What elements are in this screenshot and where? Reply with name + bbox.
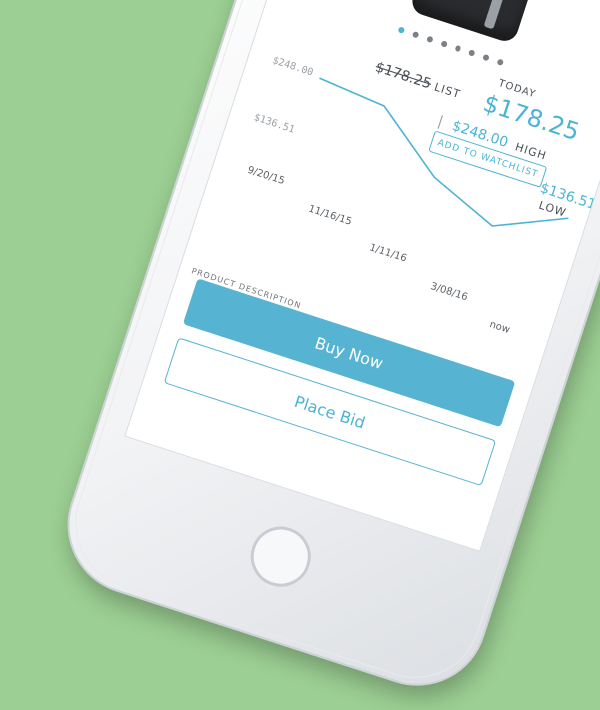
phone-device: TODAY $178.25 LIST $178.25 | $248.00 HIG… [49, 0, 600, 704]
x-tick-label: 9/20/15 [246, 165, 286, 187]
carousel-dot[interactable] [411, 30, 420, 39]
y-tick-label: $136.51 [252, 112, 295, 135]
carousel-dot[interactable] [425, 35, 434, 44]
scene: TODAY $178.25 LIST $178.25 | $248.00 HIG… [0, 0, 600, 704]
carousel-dot[interactable] [397, 26, 406, 34]
carousel-dot[interactable] [468, 49, 476, 57]
carousel-dot[interactable] [496, 58, 505, 67]
y-tick-label: $248.00 [271, 55, 314, 78]
x-tick-label: now [488, 319, 511, 336]
x-tick-label: 11/16/15 [307, 203, 353, 227]
carousel-dot[interactable] [482, 53, 490, 62]
carousel-dot[interactable] [454, 44, 462, 53]
carousel-dot[interactable] [440, 40, 448, 48]
x-tick-label: 1/11/16 [368, 242, 408, 264]
x-tick-label: 3/08/16 [429, 281, 469, 303]
